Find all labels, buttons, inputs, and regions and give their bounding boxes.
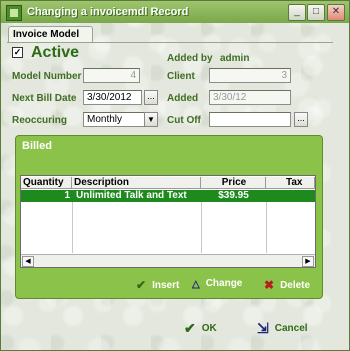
- cell-description: Unlimited Talk and Text: [76, 190, 187, 201]
- dialog-window: Changing a invoicemdl Record _ □ ✕ Invoi…: [0, 0, 350, 351]
- billed-grid[interactable]: Quantity Description Price Tax 1 Unlimit…: [20, 175, 316, 268]
- horizontal-scrollbar[interactable]: ◀ ▶: [21, 254, 315, 267]
- column-header-quantity[interactable]: Quantity: [21, 177, 72, 189]
- reoccuring-label: Reoccuring: [12, 115, 68, 126]
- cancel-icon: ⇲: [257, 320, 269, 336]
- added-label: Added: [167, 93, 199, 104]
- title-bar[interactable]: Changing a invoicemdl Record _ □ ✕: [1, 1, 349, 23]
- checkmark-icon: ✔: [184, 320, 196, 336]
- scroll-right-icon[interactable]: ▶: [302, 256, 314, 267]
- reoccuring-select[interactable]: Monthly: [83, 112, 150, 127]
- scroll-left-icon[interactable]: ◀: [22, 256, 34, 267]
- tab-invoice-model[interactable]: Invoice Model: [8, 26, 93, 43]
- column-header-tax[interactable]: Tax: [266, 177, 315, 189]
- cell-price: $39.95: [218, 190, 249, 201]
- date-picker-button[interactable]: ...: [144, 90, 158, 105]
- cut-off-field[interactable]: [209, 112, 291, 127]
- model-number-label: Model Number: [12, 71, 82, 82]
- close-button[interactable]: ✕: [327, 4, 345, 21]
- active-checkbox[interactable]: ✓: [12, 47, 23, 58]
- grid-line: [72, 202, 73, 253]
- change-button[interactable]: △ Change: [192, 278, 242, 290]
- added-by-label: Added by: [167, 53, 213, 64]
- insert-button[interactable]: ✔ Insert: [136, 278, 179, 292]
- client-label: Client: [167, 71, 195, 82]
- maximize-button[interactable]: □: [307, 4, 325, 21]
- ok-label: OK: [201, 323, 217, 334]
- billed-title: Billed: [22, 140, 52, 152]
- grid-line: [266, 202, 267, 253]
- cell-quantity: 1: [64, 190, 70, 201]
- delete-label: Delete: [280, 280, 311, 291]
- billed-panel: Billed Quantity Description Price Tax 1 …: [15, 135, 323, 299]
- cell-tax: [266, 190, 315, 202]
- app-icon: [6, 5, 22, 21]
- window-title: Changing a invoicemdl Record: [27, 6, 189, 18]
- next-bill-date-label: Next Bill Date: [12, 93, 77, 104]
- insert-label: Insert: [152, 280, 180, 291]
- x-icon: ✖: [264, 278, 275, 292]
- triangle-icon: △: [192, 279, 200, 290]
- cancel-label: Cancel: [274, 323, 308, 334]
- checkmark-icon: ✔: [136, 278, 147, 292]
- column-header-description[interactable]: Description: [72, 177, 201, 189]
- active-label: Active: [31, 44, 80, 61]
- grid-line: [201, 202, 202, 253]
- delete-button[interactable]: ✖ Delete: [264, 278, 310, 292]
- column-header-price[interactable]: Price: [201, 177, 266, 189]
- minimize-button[interactable]: _: [288, 4, 306, 21]
- added-field[interactable]: 3/30/12: [209, 90, 291, 105]
- cut-off-label: Cut Off: [167, 115, 201, 126]
- client-field[interactable]: 3: [209, 68, 291, 83]
- model-number-field[interactable]: 4: [83, 68, 140, 83]
- cut-off-picker-button[interactable]: ...: [294, 112, 308, 127]
- chevron-down-icon[interactable]: ▼: [144, 112, 158, 127]
- next-bill-date-field[interactable]: 3/30/2012: [83, 90, 142, 105]
- added-by-value: admin: [220, 53, 250, 64]
- cancel-button[interactable]: ⇲ Cancel: [257, 320, 308, 337]
- change-label: Change: [205, 278, 243, 289]
- ok-button[interactable]: ✔ OK: [184, 320, 217, 337]
